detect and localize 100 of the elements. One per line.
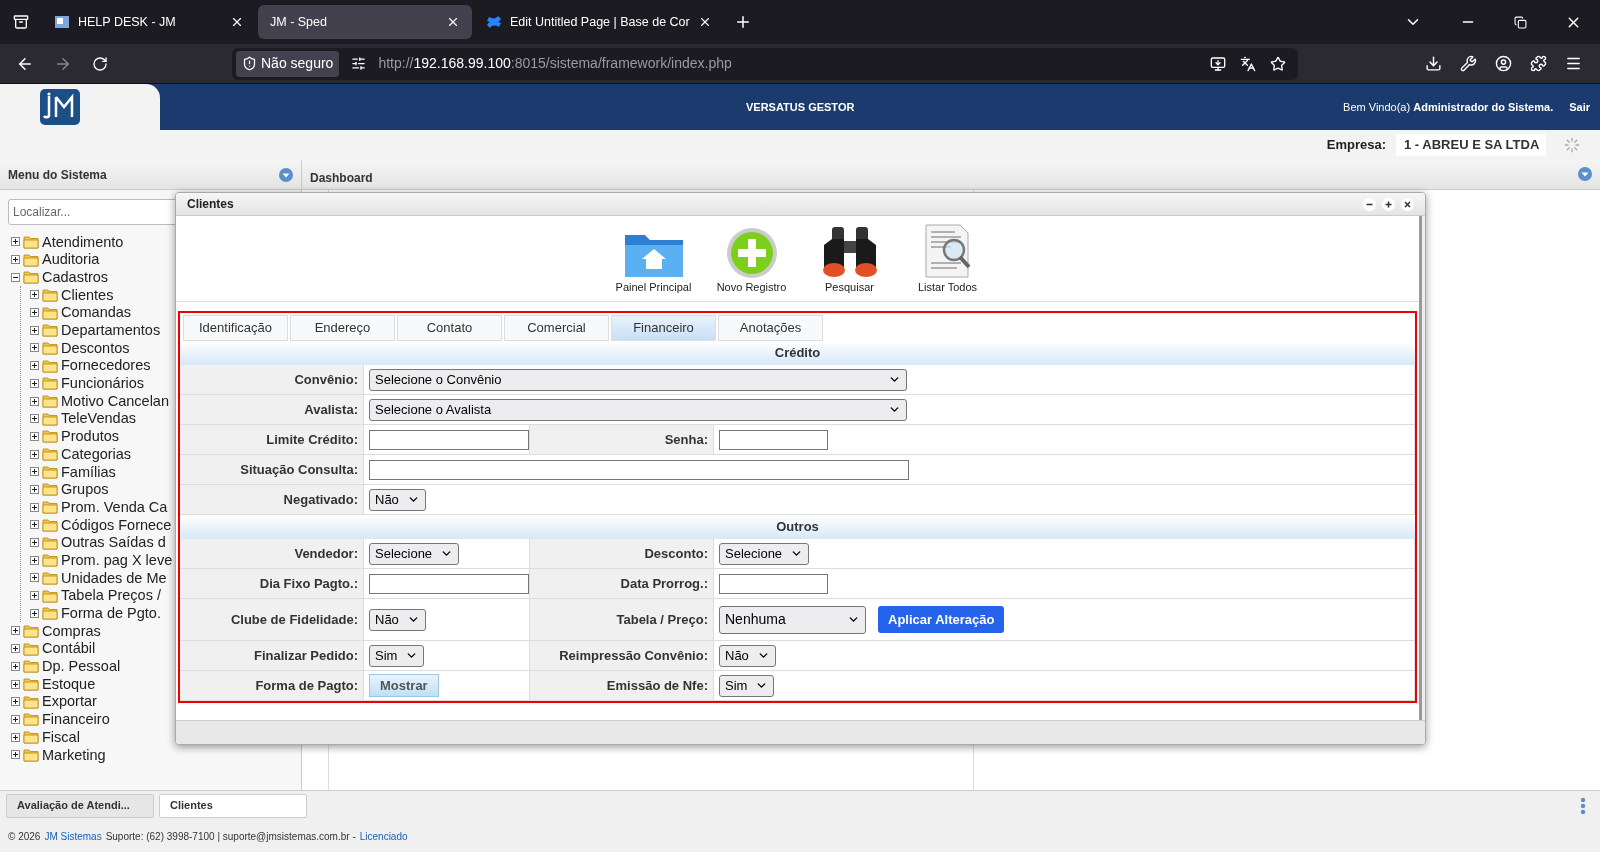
tree-item[interactable]: Compras	[42, 623, 101, 639]
taskbar-tab[interactable]: Avaliação de Atendi...	[6, 793, 154, 818]
tree-item[interactable]: Famílias	[61, 464, 116, 480]
expand-icon[interactable]	[30, 608, 39, 618]
tree-item[interactable]: Dp. Pessoal	[42, 659, 121, 674]
expand-icon[interactable]	[30, 431, 39, 441]
toolbar-button[interactable]: Novo Registro	[713, 226, 790, 295]
close-icon[interactable]	[1401, 197, 1414, 211]
taskbar-tab[interactable]: Clientes	[159, 793, 307, 818]
form-tab[interactable]: Anotações	[718, 315, 823, 341]
expand-icon[interactable]	[30, 361, 39, 371]
expand-icon[interactable]	[11, 644, 20, 654]
tree-item[interactable]: Outras Saídas d	[61, 535, 166, 550]
collapse-icon[interactable]	[11, 272, 20, 282]
expand-icon[interactable]	[30, 555, 39, 565]
tree-item[interactable]: Atendimento	[42, 234, 124, 250]
url-text[interactable]: http://192.168.99.100:8015/sistema/framework/index.php	[378, 53, 732, 74]
expand-icon[interactable]	[30, 502, 39, 512]
select-field[interactable]: Sim	[719, 674, 775, 697]
expand-icon[interactable]	[30, 467, 39, 477]
expand-icon[interactable]	[30, 449, 39, 459]
expand-icon[interactable]	[11, 750, 20, 760]
expand-icon[interactable]	[30, 290, 39, 300]
text-field[interactable]	[719, 429, 828, 450]
tree-item[interactable]: Financeiro	[42, 712, 110, 727]
browser-tab[interactable]: Edit Untitled Page | Base de Cor	[474, 5, 724, 39]
toolbar-button[interactable]: Painel Principal	[615, 230, 692, 295]
tree-item[interactable]: Categorias	[61, 446, 132, 462]
translate-icon[interactable]	[1240, 55, 1256, 72]
minimize-icon[interactable]	[1363, 197, 1376, 211]
select-field[interactable]: Não	[719, 644, 776, 667]
extensions-icon[interactable]	[1530, 55, 1547, 72]
expand-icon[interactable]	[11, 732, 20, 742]
close-icon[interactable]	[230, 15, 244, 29]
company-select[interactable]: 1 - ABREU E SA LTDA	[1396, 134, 1546, 156]
expand-icon[interactable]	[11, 714, 20, 724]
tree-item[interactable]: Comandas	[61, 305, 132, 320]
expand-icon[interactable]	[11, 661, 20, 671]
close-icon[interactable]	[698, 15, 712, 29]
tree-item[interactable]: TeleVendas	[61, 411, 136, 426]
tree-item[interactable]: Produtos	[61, 429, 120, 444]
select-field[interactable]: Selecione o Avalista	[369, 398, 907, 421]
browser-tab[interactable]: HELP DESK - JM	[42, 5, 256, 39]
expand-icon[interactable]	[30, 325, 39, 335]
text-field[interactable]	[369, 459, 909, 480]
bookmark-icon[interactable]	[1270, 55, 1286, 72]
select-field[interactable]: Selecione o Convênio	[369, 368, 907, 391]
expand-icon[interactable]	[30, 343, 39, 353]
new-tab-icon[interactable]	[734, 13, 752, 31]
expand-icon[interactable]	[30, 308, 39, 318]
expand-icon[interactable]	[30, 538, 39, 548]
close-icon[interactable]	[446, 15, 460, 29]
expand-icon[interactable]	[11, 255, 20, 265]
restore-icon[interactable]	[1514, 15, 1527, 29]
tree-item[interactable]: Funcionários	[61, 376, 144, 391]
toolbar-button[interactable]: Listar Todos	[909, 222, 986, 295]
select-field[interactable]: Selecione	[369, 542, 460, 565]
toolbar-button[interactable]: Pesquisar	[811, 224, 888, 295]
account-icon[interactable]	[1495, 55, 1512, 72]
tree-item[interactable]: Grupos	[61, 482, 109, 497]
tree-item[interactable]: Estoque	[42, 676, 96, 692]
tab-list-icon[interactable]	[13, 14, 29, 30]
tree-item[interactable]: Unidades de Me	[61, 570, 167, 586]
tree-item[interactable]: Prom. Venda Ca	[61, 499, 168, 515]
select-field[interactable]: Nenhuma	[719, 605, 866, 634]
tree-item[interactable]: Auditoria	[42, 252, 100, 267]
form-tab[interactable]: Identificação	[183, 315, 288, 341]
menu-icon[interactable]	[1565, 55, 1582, 72]
tree-item[interactable]: Códigos Fornece	[61, 517, 172, 533]
apply-button[interactable]: Aplicar Alteração	[878, 606, 1005, 633]
tree-item[interactable]: Contábil	[42, 641, 96, 656]
select-field[interactable]: Não	[369, 608, 426, 631]
download-icon[interactable]	[1425, 55, 1442, 72]
tree-item[interactable]: Exportar	[42, 694, 97, 709]
form-tab[interactable]: Endereço	[290, 315, 395, 341]
expand-icon[interactable]	[30, 573, 39, 583]
wrench-icon[interactable]	[1460, 55, 1477, 72]
security-badge[interactable]: Não seguro	[236, 50, 340, 77]
expand-icon[interactable]	[30, 591, 39, 601]
tree-item[interactable]: Clientes	[61, 287, 114, 303]
expand-icon[interactable]	[30, 414, 39, 424]
reload-icon[interactable]	[92, 55, 108, 72]
select-field[interactable]: Selecione	[719, 542, 810, 565]
permissions-icon[interactable]	[351, 56, 367, 71]
more-icon[interactable]	[1580, 796, 1586, 815]
expand-icon[interactable]	[11, 237, 20, 247]
expand-icon[interactable]	[11, 679, 20, 689]
expand-icon[interactable]	[30, 484, 39, 494]
tree-item[interactable]: Prom. pag X leve	[61, 552, 173, 568]
tree-item[interactable]: Fornecedores	[61, 358, 151, 373]
company-link[interactable]: JM Sistemas	[44, 828, 102, 844]
text-field[interactable]	[719, 573, 828, 594]
maximize-icon[interactable]	[1382, 197, 1395, 211]
text-field[interactable]	[369, 429, 529, 450]
show-button[interactable]: Mostrar	[369, 674, 439, 697]
tree-item[interactable]: Descontos	[61, 340, 130, 356]
select-field[interactable]: Não	[369, 488, 426, 511]
browser-tab[interactable]: JM - Sped	[258, 5, 472, 39]
expand-icon[interactable]	[30, 396, 39, 406]
tree-item[interactable]: Departamentos	[61, 323, 161, 338]
